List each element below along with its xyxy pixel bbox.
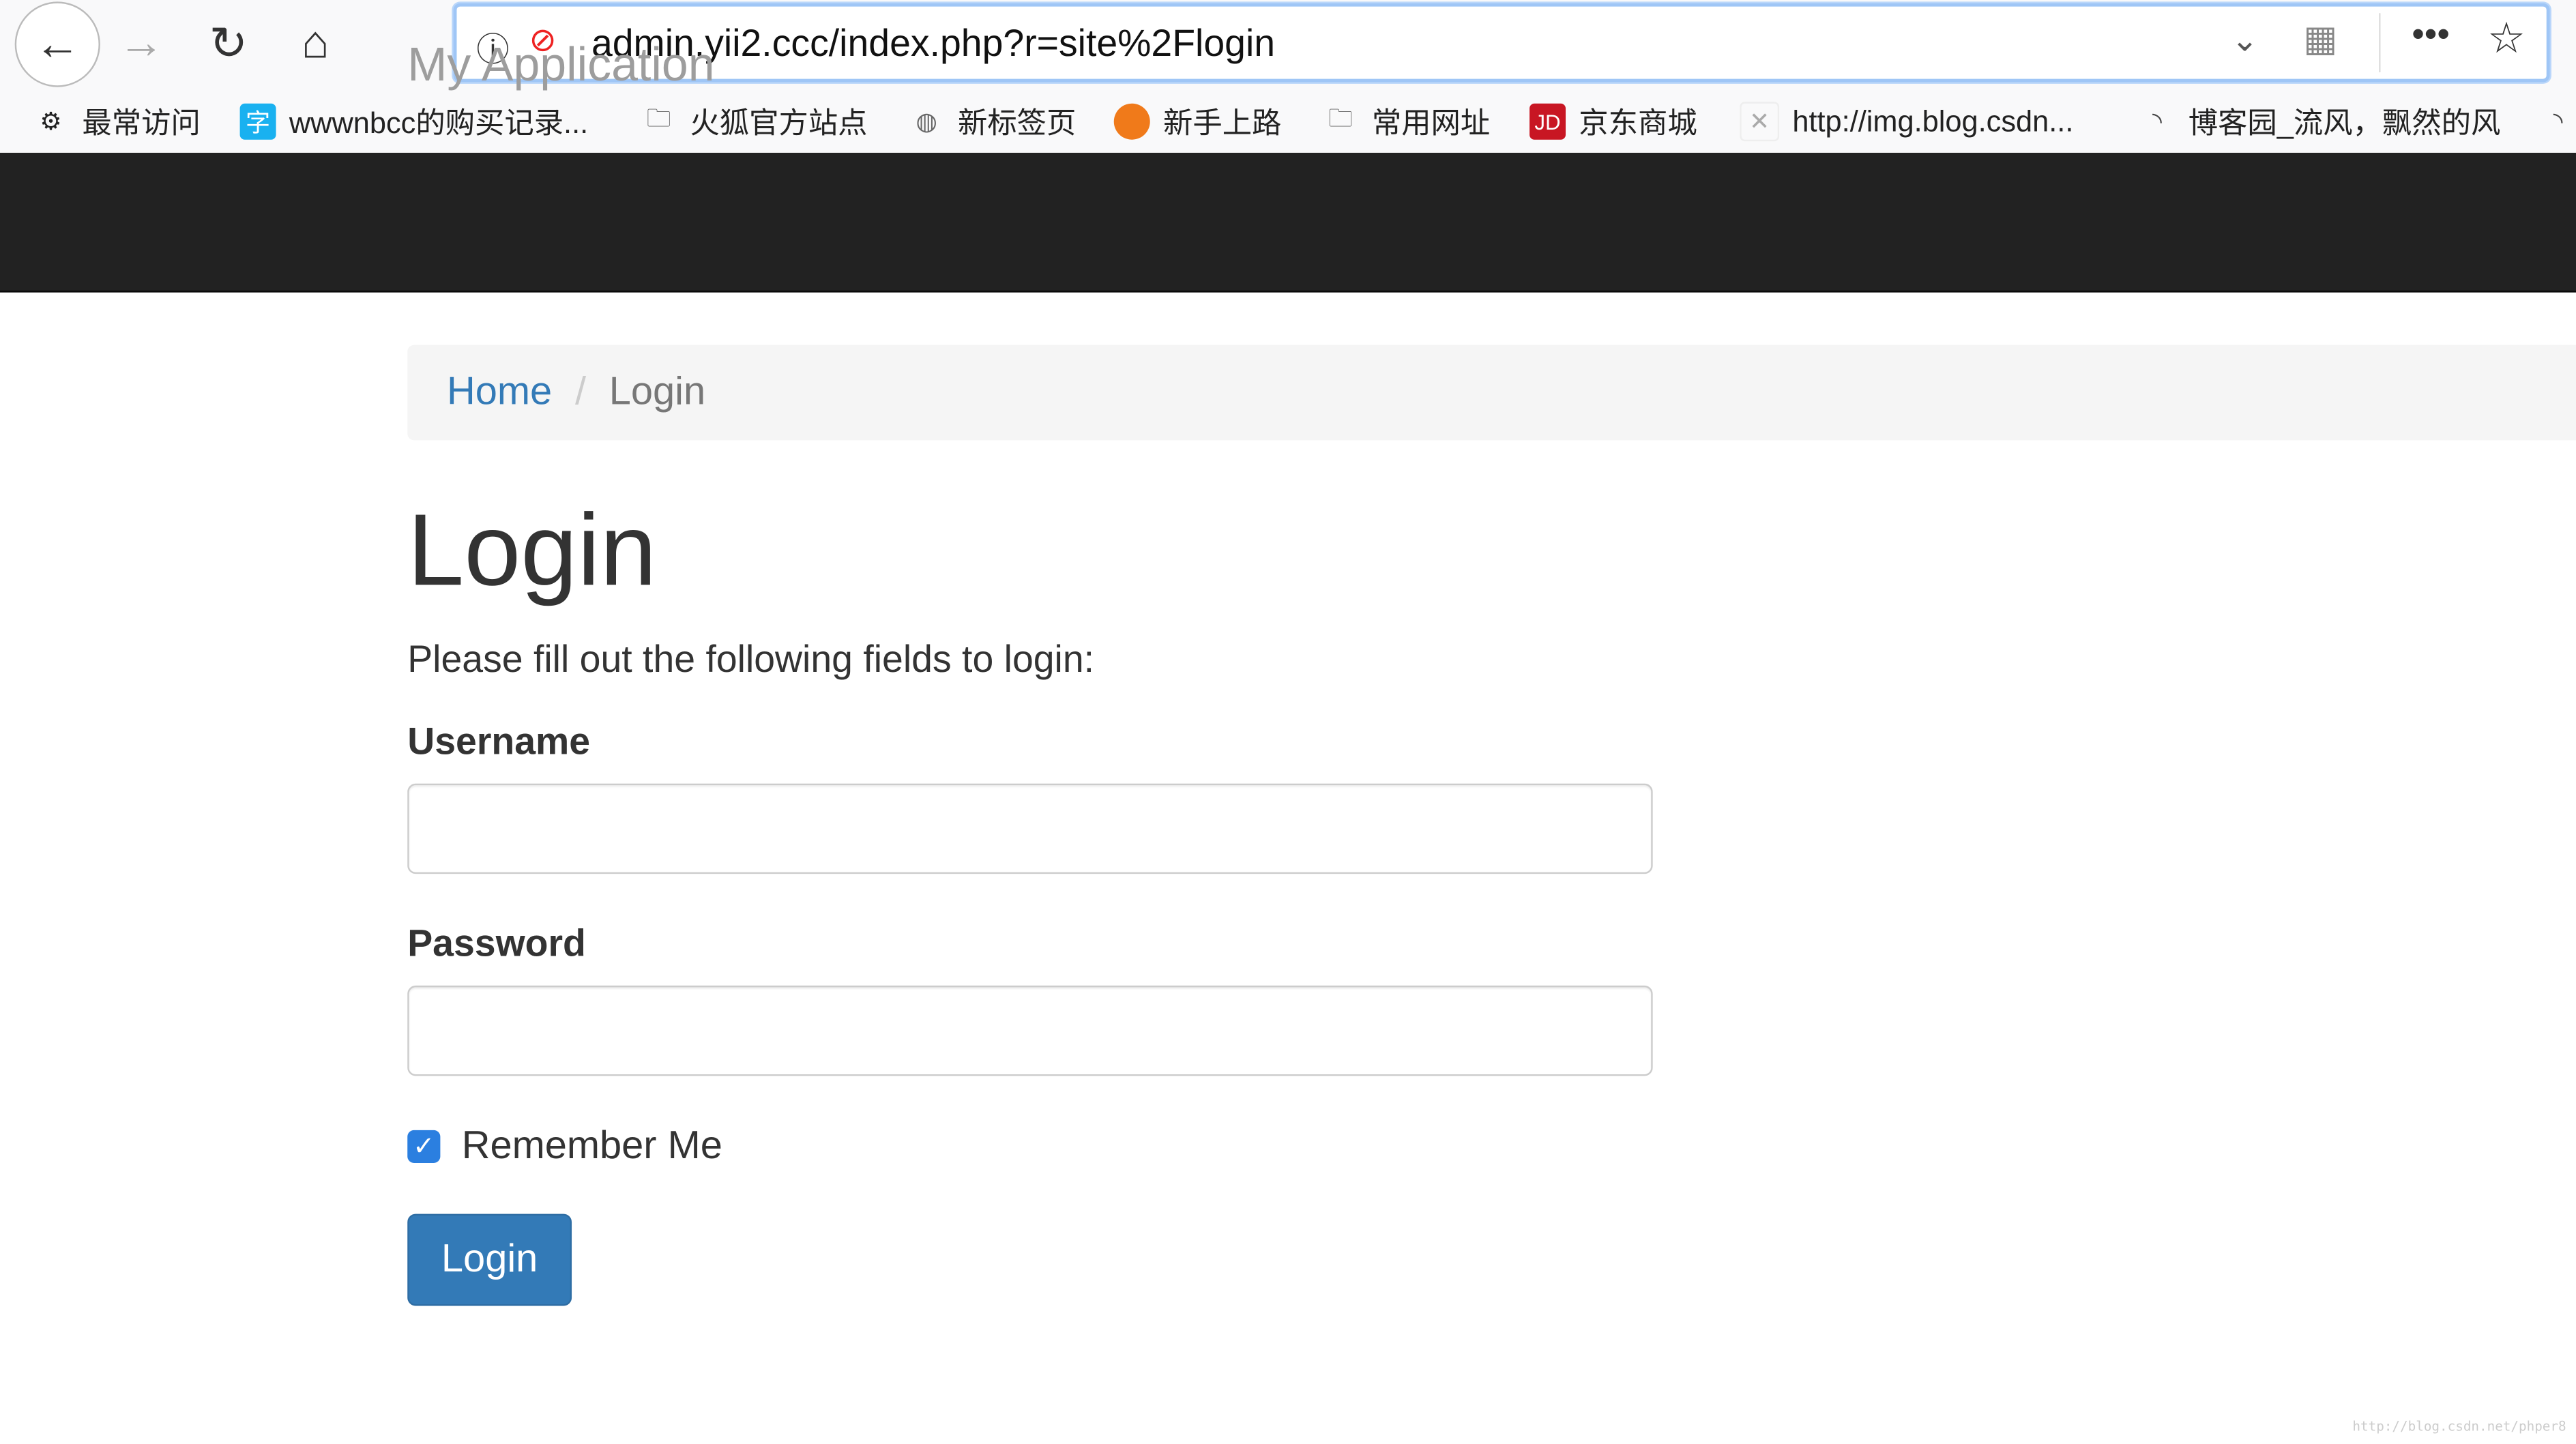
bookmark-item[interactable]: JD 京东商城 bbox=[1530, 95, 1697, 148]
rss-icon: ◝ bbox=[2553, 108, 2563, 136]
username-input[interactable] bbox=[407, 783, 1653, 874]
jd-icon: JD bbox=[1530, 103, 1566, 140]
folder-icon: 🗀 bbox=[1328, 104, 1353, 132]
bookmark-label: 新手上路 bbox=[1163, 106, 1282, 140]
bookmark-item[interactable]: 🗀 火狐官方站点 bbox=[641, 95, 868, 148]
reload-button[interactable]: ↻ bbox=[189, 3, 268, 83]
bookmark-label: wwwnbcc的购买记录... bbox=[289, 106, 589, 140]
bookmark-item[interactable]: ◝ 博客园_流风，飘然的风 bbox=[2139, 95, 2500, 148]
bookmark-label: 火狐官方站点 bbox=[690, 106, 868, 140]
divider bbox=[2379, 13, 2381, 72]
bookmark-item[interactable]: ✕ http://img.blog.csdn... bbox=[1740, 95, 2073, 148]
bookmark-label: http://img.blog.csdn... bbox=[1792, 104, 2074, 138]
bookmark-item[interactable]: 字 wwwnbcc的购买记录... bbox=[239, 95, 589, 148]
folder-icon: 🗀 bbox=[646, 104, 671, 132]
rss-icon: ◝ bbox=[2152, 108, 2162, 136]
remember-me-checkbox[interactable]: ✓ bbox=[407, 1130, 441, 1164]
navbar bbox=[0, 152, 2576, 293]
breadcrumb-separator: / bbox=[574, 369, 587, 414]
brand-link[interactable]: My Application bbox=[407, 40, 714, 93]
chevron-down-icon[interactable]: ⌄ bbox=[2231, 20, 2258, 61]
password-input[interactable] bbox=[407, 985, 1653, 1076]
qr-code-icon[interactable]: ▦ bbox=[2303, 18, 2337, 61]
more-icon[interactable]: ••• bbox=[2412, 13, 2450, 56]
bookmark-item[interactable]: 新手上路 bbox=[1113, 95, 1282, 148]
bookmark-label: 博客园_流风，飘然的风 bbox=[2188, 106, 2501, 140]
address-bar[interactable]: ⓘ ⊘ admin.yii2.ccc/index.php?r=site%2Flo… bbox=[453, 3, 2550, 83]
bookmark-item[interactable]: ◍ 新标签页 bbox=[909, 95, 1077, 148]
star-icon[interactable]: ☆ bbox=[2487, 13, 2526, 64]
username-label: Username bbox=[407, 719, 591, 763]
bookmark-item[interactable]: 🗀 常用网址 bbox=[1323, 95, 1491, 148]
login-button[interactable]: Login bbox=[407, 1213, 572, 1306]
broken-image-icon: ✕ bbox=[1740, 102, 1780, 142]
breadcrumb-current: Login bbox=[609, 369, 706, 414]
bookmark-label: 新标签页 bbox=[957, 106, 1077, 140]
page-title: Login bbox=[407, 494, 657, 608]
home-button[interactable]: ⌂ bbox=[276, 3, 355, 83]
breadcrumb: Home / Login bbox=[407, 344, 2576, 441]
watermark: http://blog.csdn.net/phper8 bbox=[2352, 1419, 2566, 1434]
globe-icon: ◍ bbox=[916, 108, 937, 136]
instructions-text: Please fill out the following fields to … bbox=[407, 637, 1095, 680]
bookmark-item[interactable]: ⚙ 最常访问 bbox=[33, 95, 201, 148]
bookmark-label: 最常访问 bbox=[82, 106, 201, 140]
bookmark-overflow[interactable]: ◝ bbox=[2540, 95, 2576, 148]
gear-icon: ⚙ bbox=[40, 108, 62, 136]
forward-button[interactable]: → bbox=[102, 3, 181, 83]
breadcrumb-home[interactable]: Home bbox=[447, 370, 552, 415]
bookmark-label: 京东商城 bbox=[1579, 106, 1697, 140]
app-icon: 字 bbox=[239, 103, 276, 140]
back-button[interactable]: ← bbox=[14, 1, 100, 87]
password-label: Password bbox=[407, 922, 586, 964]
remember-me-label[interactable]: Remember Me bbox=[462, 1123, 722, 1169]
bookmark-label: 常用网址 bbox=[1371, 106, 1491, 140]
firefox-icon bbox=[1113, 103, 1150, 140]
